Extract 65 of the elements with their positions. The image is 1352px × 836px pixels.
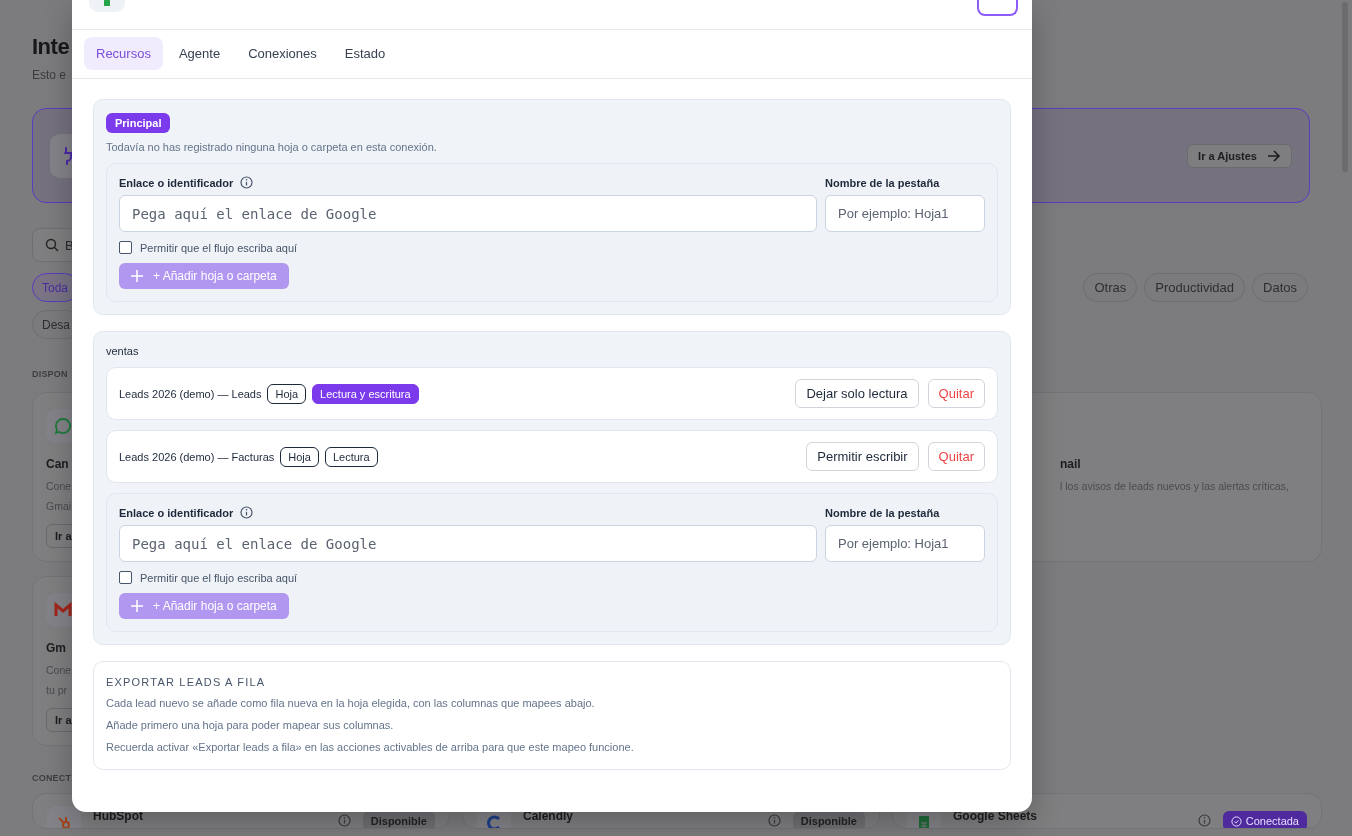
card-title: Google Sheets [953,809,1039,823]
tab-name-input[interactable]: Por ejemplo: Hoja1 [825,195,985,232]
access-tag: Lectura [324,446,378,467]
filter-chip[interactable]: Otras [1083,273,1138,302]
field-label: Nombre de la pestaña [825,176,941,189]
page-subtitle: Esto e [32,68,68,82]
check-circle-icon [1230,815,1242,827]
spreadsheet-icon [101,0,113,6]
m-letter-icon [54,601,72,619]
principal-badge: Principal [106,113,171,133]
link-input[interactable]: Pega aquí el enlace de Google [119,525,817,562]
type-tag: Hoja [267,383,307,404]
card-title: Calendly [523,809,574,823]
help-text: Recuerda activar «Exportar leads a fila» en las acciones activables de arriba para que este mapeo funcione. [106,741,635,753]
access-button[interactable]: Permitir escribir [806,442,919,471]
help-text: Añade primero una hoja para poder mapear sus columnas. [106,719,395,731]
link-input[interactable]: Pega aquí el enlace de Google [119,195,817,232]
card-title: Gm [46,641,66,655]
card-title: HubSpot [93,809,144,823]
checkbox[interactable] [119,241,132,254]
checkbox[interactable] [119,571,132,584]
section-heading: EXPORTAR LEADS A FILA [106,676,267,688]
c-logo-icon [485,814,503,828]
empty-note: Todavía no has registrado ninguna hoja o carpeta en esta conexión. [106,141,438,153]
access-tag: Lectura y escritura [312,383,419,404]
arrow-right-icon [1267,149,1281,162]
chat-bubble-icon [54,417,72,435]
card-title: Can [46,457,69,471]
section-label: DISPON [32,369,68,379]
settings-link-button[interactable]: Ir a Ajustes [1187,143,1292,168]
resource-name: Leads 2026 (demo) — Facturas [119,450,275,463]
checkbox-label: Permitir que el flujo escriba aquí [140,241,298,254]
group-name: ventas [106,345,140,357]
plus-icon [131,600,143,612]
page-title: Inte [32,33,70,61]
close-button[interactable] [977,0,1018,16]
section-label: CONECT [32,773,72,783]
remove-button[interactable]: Quitar [927,379,985,408]
info-icon [1197,814,1211,827]
info-icon [337,814,351,827]
remove-button[interactable]: Quitar [927,442,985,471]
resource-name: Leads 2026 (demo) — Leads [119,387,262,400]
help-text: Cada lead nuevo se añade como fila nueva en la hoja elegida, con las columnas que mapees abajo. [106,697,596,709]
filter-chip[interactable]: Productividad [1144,273,1246,302]
search-icon [45,238,59,252]
type-tag: Hoja [280,446,319,467]
status-badge: Conectada [1222,811,1307,828]
info-icon [240,176,254,189]
tab[interactable]: Conexiones [236,37,329,70]
info-icon [240,506,254,519]
info-icon [767,814,781,827]
access-button[interactable]: Dejar solo lectura [795,379,919,408]
filter-chip[interactable]: Datos [1252,273,1308,302]
tab[interactable]: Estado [332,37,398,70]
card-title: nail [1060,457,1081,471]
plug-icon [62,146,72,165]
field-label: Nombre de la pestaña [825,506,941,519]
plus-icon [131,270,143,282]
field-label: Enlace o identificador [119,506,234,519]
checkbox-label: Permitir que el flujo escriba aquí [140,571,298,584]
tab-name-input[interactable]: Por ejemplo: Hoja1 [825,525,985,562]
field-label: Enlace o identificador [119,176,234,189]
tab[interactable]: Recursos [84,37,163,70]
hub-logo-icon [55,814,73,828]
tab[interactable]: Agente [166,37,233,70]
